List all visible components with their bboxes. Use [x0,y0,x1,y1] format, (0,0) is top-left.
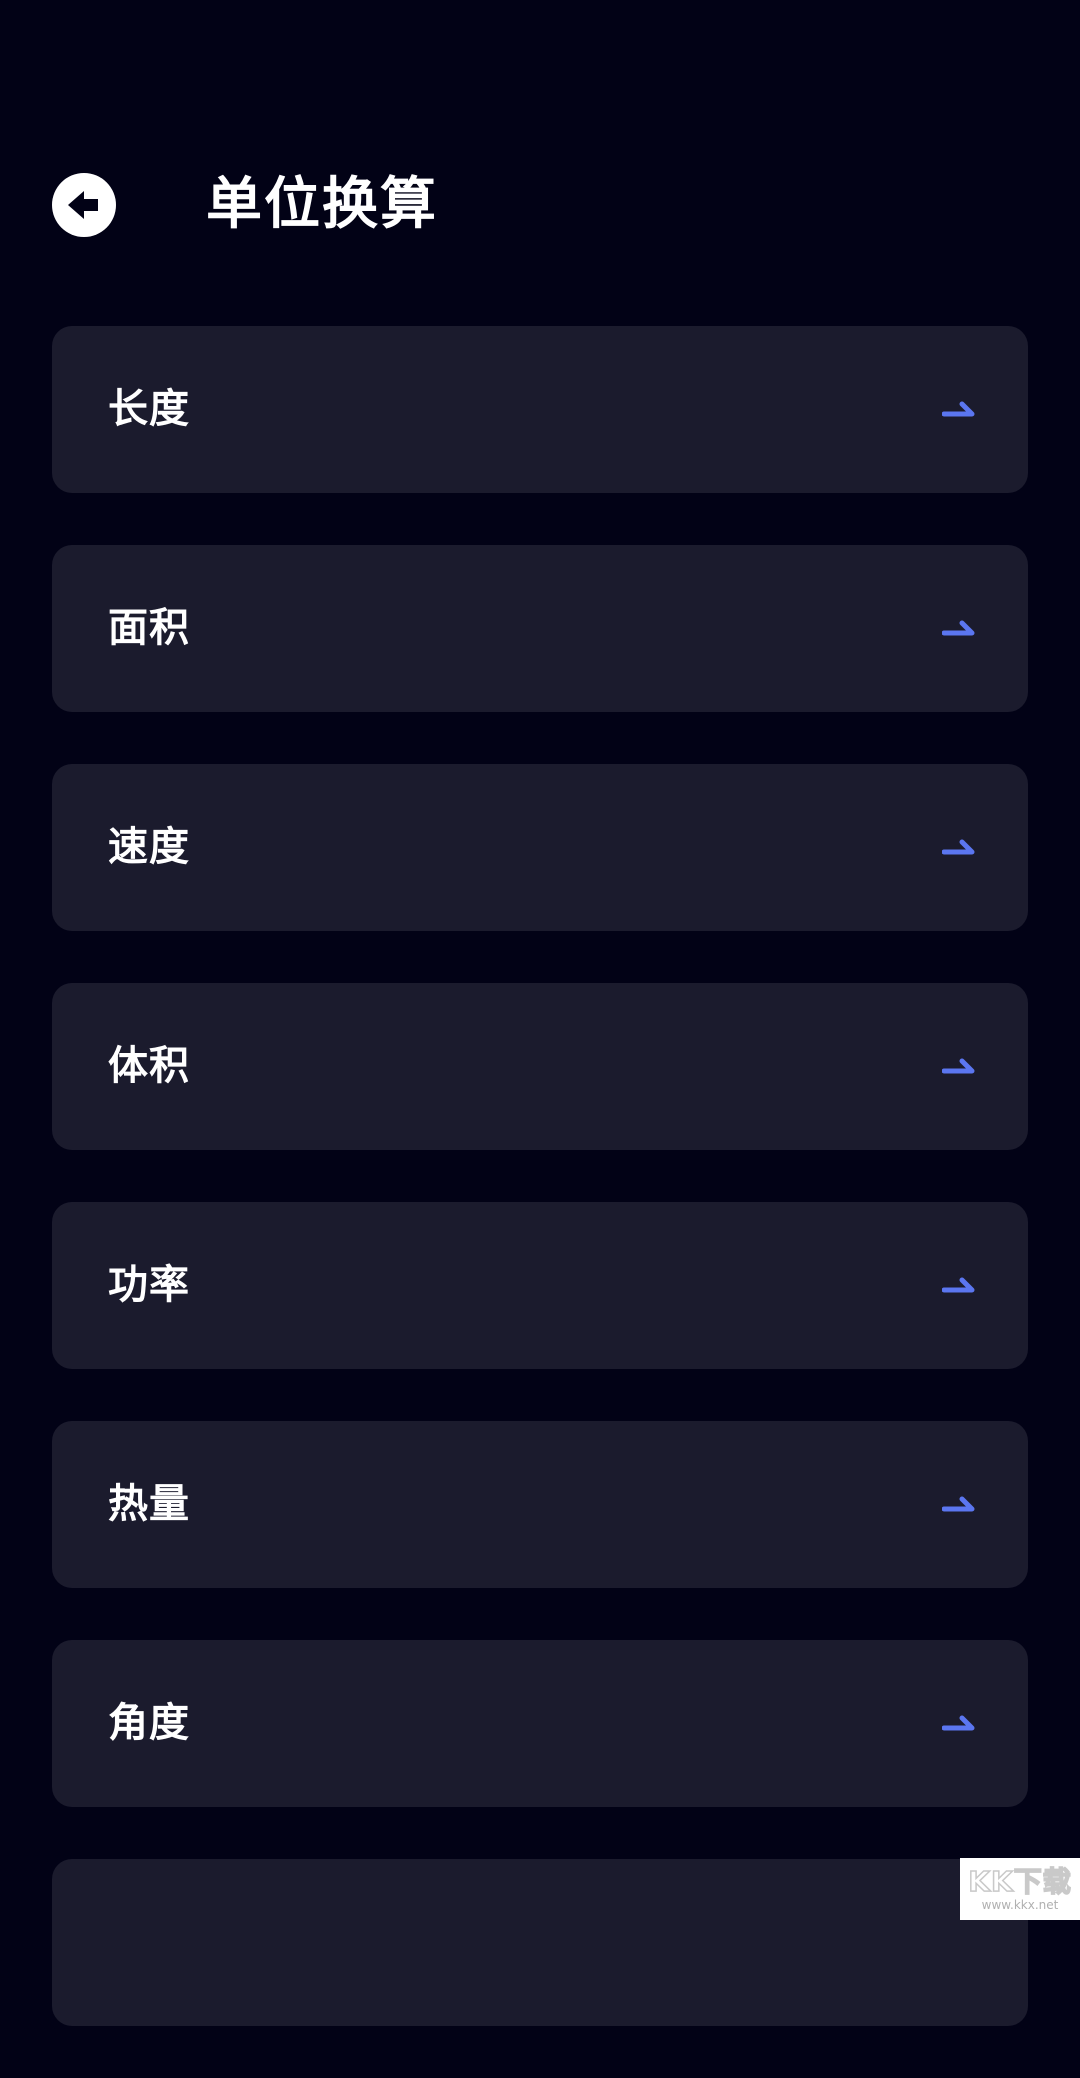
category-item-length[interactable]: 长度 [52,326,1028,493]
category-item-label: 体积 [108,1043,190,1089]
category-item-speed[interactable]: 速度 [52,764,1028,931]
category-item-heat[interactable]: 热量 [52,1421,1028,1588]
header: 单位换算 [52,172,438,238]
category-item-power[interactable]: 功率 [52,1202,1028,1369]
arrow-right-icon [942,398,976,420]
category-item-label: 面积 [108,605,190,651]
watermark-logo: KK下载 www.kkx.net [960,1858,1080,1920]
arrow-right-icon [942,1055,976,1077]
watermark-url: www.kkx.net [981,1898,1059,1912]
category-item-volume[interactable]: 体积 [52,983,1028,1150]
category-item-label: 速度 [108,824,190,870]
conversion-category-list: 长度 面积 速度 体积 功率 热量 角度 [52,326,1028,2078]
arrow-right-icon [942,1712,976,1734]
category-item-angle[interactable]: 角度 [52,1640,1028,1807]
category-item-area[interactable]: 面积 [52,545,1028,712]
category-item-label: 热量 [108,1481,190,1527]
category-item-label: 角度 [108,1700,190,1746]
arrow-right-icon [942,1493,976,1515]
arrow-left-circle-icon [68,191,98,219]
arrow-right-icon [942,1274,976,1296]
page-title: 单位换算 [206,172,438,237]
arrow-right-icon [942,836,976,858]
category-item-label: 功率 [108,1262,190,1308]
back-button[interactable] [52,173,116,237]
arrow-right-icon [942,617,976,639]
category-item-label: 长度 [108,386,190,432]
category-item-partial[interactable] [52,1859,1028,2026]
watermark-logo-text: KK下载 [968,1865,1072,1899]
